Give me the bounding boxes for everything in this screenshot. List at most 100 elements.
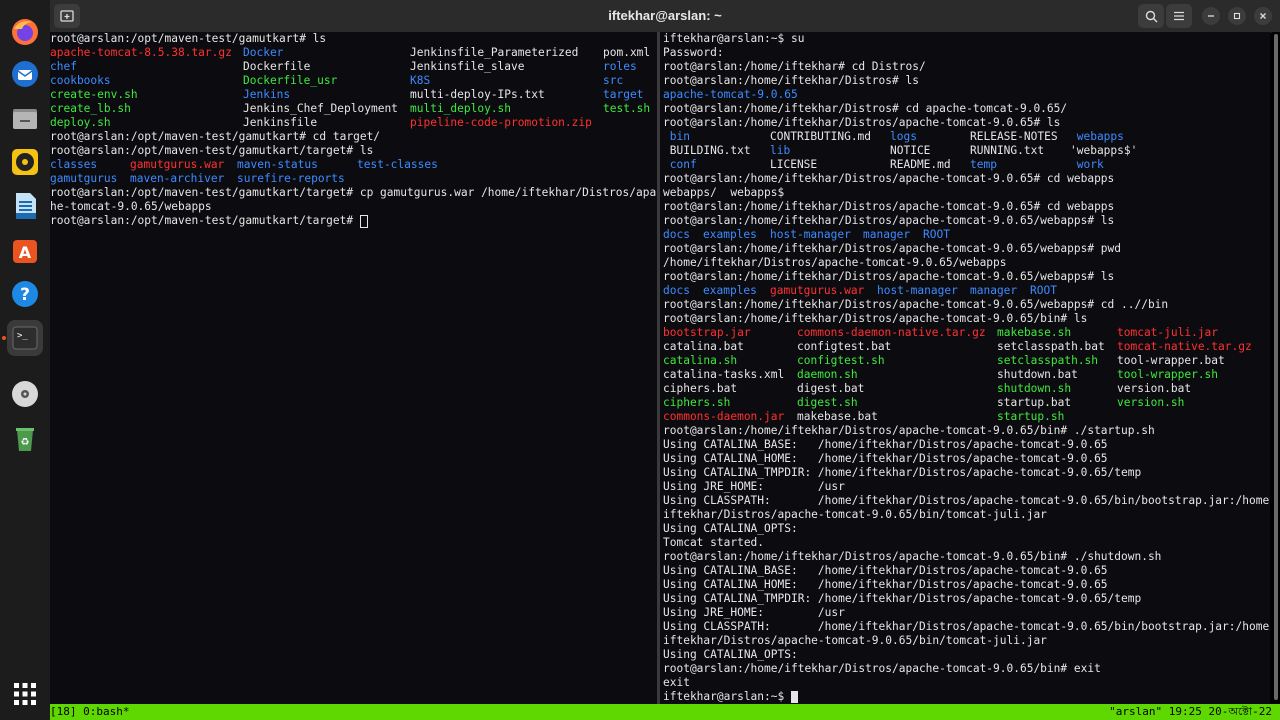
ls-entry: webapps — [1070, 130, 1124, 143]
ls-entry: lib — [770, 144, 791, 157]
window-titlebar: iftekhar@arslan: ~ — [50, 0, 1280, 33]
ls-entry: host-manager — [877, 284, 958, 297]
ls-entry: pom.xml — [603, 46, 651, 59]
ls-entry: temp — [970, 158, 997, 171]
scrollbar[interactable] — [1272, 32, 1280, 704]
svg-text:?: ? — [20, 285, 30, 305]
ls-entry: conf — [663, 158, 697, 171]
ls-entry: examples — [703, 284, 757, 297]
ls-entry: Docker — [243, 46, 284, 59]
ls-entry: Dockerfile_usr — [243, 74, 338, 87]
ls-entry: logs — [890, 130, 917, 143]
terminal-line: root@arslan:/home/iftekhar/Distros# cd a… — [663, 102, 1068, 115]
status-right: "arslan" 19:25 20-অক্টো-22 — [1109, 705, 1272, 718]
ls-entry: tomcat-juli.jar — [1117, 326, 1219, 339]
ls-entry: bootstrap.jar — [663, 326, 751, 339]
search-button[interactable] — [1138, 4, 1164, 28]
ls-entry: ciphers.sh — [663, 396, 731, 409]
terminal-pane-left[interactable]: root@arslan:/opt/maven-test/gamutkart# l… — [50, 32, 657, 704]
terminal-line: iftekhar/Distros/apache-tomcat-9.0.65/bi… — [663, 634, 1047, 647]
ls-entry: tool-wrapper.bat — [1117, 354, 1225, 367]
ls-entry: cookbooks — [50, 74, 111, 87]
ls-entry: maven-archiver — [130, 172, 225, 185]
ls-entry: Jenkins_Chef_Deployment — [243, 102, 398, 115]
terminal-line: Using CATALINA_TMPDIR: /home/iftekhar/Di… — [663, 592, 1142, 605]
ls-entry: commons-daemon-native.tar.gz — [797, 326, 986, 339]
terminal-line: Using CATALINA_OPTS: — [663, 648, 798, 661]
ls-entry: startup.bat — [997, 396, 1072, 409]
ls-entry: multi-deploy-IPs.txt — [410, 88, 545, 101]
close-button[interactable] — [1254, 7, 1272, 25]
terminal-line: root@arslan:/home/iftekhar/Distros/apach… — [663, 172, 1115, 185]
files-icon[interactable] — [7, 100, 43, 136]
terminal-pane-right[interactable]: iftekhar@arslan:~$ su Password: root@arsla… — [660, 32, 1270, 704]
menu-button[interactable] — [1166, 4, 1192, 28]
terminal-line: Using CATALINA_HOME: /home/iftekhar/Dist… — [663, 578, 1108, 591]
terminal-line: root@arslan:/opt/maven-test/gamutkart/ta… — [50, 186, 657, 199]
ls-entry: catalina.sh — [663, 354, 738, 367]
terminal-line: Using CATALINA_TMPDIR: /home/iftekhar/Di… — [663, 466, 1142, 479]
ls-entry: RELEASE-NOTES — [970, 130, 1058, 143]
svg-text:>_: >_ — [17, 331, 28, 341]
ls-entry: pipeline-code-promotion.zip — [410, 116, 592, 129]
scrollbar-thumb[interactable] — [1274, 34, 1278, 700]
search-icon — [1145, 10, 1157, 22]
ls-entry: classes — [50, 158, 98, 171]
app-center-icon[interactable]: A — [7, 232, 43, 268]
terminal-icon[interactable]: >_ — [7, 320, 43, 356]
app-grid-icon[interactable] — [7, 676, 43, 712]
terminal-line: root@arslan:/home/iftekhar/Distros/apach… — [663, 312, 1088, 325]
ls-entry: LICENSE — [770, 158, 818, 171]
ls-entry: version.sh — [1117, 396, 1185, 409]
ls-entry: 'webapps$' — [1070, 144, 1138, 157]
thunderbird-icon[interactable] — [7, 56, 43, 92]
terminal-line: apache-tomcat-9.0.65 — [663, 88, 798, 101]
ls-entry: NOTICE — [890, 144, 931, 157]
status-left: [18] 0:bash* — [50, 705, 130, 718]
maximize-button[interactable] — [1228, 7, 1246, 25]
terminal-line: root@arslan:/home/iftekhar/Distros/apach… — [663, 298, 1169, 311]
ls-entry: CONTRIBUTING.md — [770, 130, 872, 143]
ls-entry: apache-tomcat-8.5.38.tar.gz — [50, 46, 232, 59]
ls-entry: gamutgurus — [50, 172, 118, 185]
terminal-line: root@arslan:/home/iftekhar/Distros/apach… — [663, 662, 1101, 675]
ls-entry: K8S — [410, 74, 431, 87]
minimize-icon — [1208, 15, 1214, 17]
terminal-line: Using JRE_HOME: /usr — [663, 606, 845, 619]
ls-entry: create-env.sh — [50, 88, 138, 101]
terminal-line: Using JRE_HOME: /usr — [663, 480, 845, 493]
firefox-icon[interactable] — [7, 14, 43, 50]
terminal-line: Tomcat started. — [663, 536, 765, 549]
ls-entry: docs — [663, 284, 690, 297]
terminal-line: webapps/ webapps$ — [663, 186, 785, 199]
writer-icon[interactable] — [7, 188, 43, 224]
ls-entry: maven-status — [237, 158, 318, 171]
trash-icon[interactable]: ♻ — [7, 420, 43, 456]
ls-entry: makebase.bat — [797, 410, 878, 423]
terminal-line: Using CATALINA_BASE: /home/iftekhar/Dist… — [663, 564, 1108, 577]
ls-entry: daemon.sh — [797, 368, 858, 381]
terminal-line: exit — [663, 676, 690, 689]
terminal-line: iftekhar@arslan:~$ su — [663, 32, 805, 45]
rhythmbox-icon[interactable] — [7, 144, 43, 180]
terminal-cursor — [790, 691, 798, 703]
terminal-line: root@arslan:/home/iftekhar/Distros# ls — [663, 74, 919, 87]
ls-entry: host-manager — [770, 228, 851, 241]
terminal-line: root@arslan:/opt/maven-test/gamutkart# l… — [50, 32, 327, 45]
ls-entry: gamutgurus.war — [770, 284, 865, 297]
ls-entry: tool-wrapper.sh — [1117, 368, 1219, 381]
ls-entry: roles — [603, 60, 637, 73]
disc-icon[interactable] — [7, 376, 43, 412]
ls-entry: Jenkinsfile_slave — [410, 60, 525, 73]
minimize-button[interactable] — [1202, 7, 1220, 25]
help-icon[interactable]: ? — [7, 276, 43, 312]
ls-entry: test.sh — [603, 102, 651, 115]
ls-entry: catalina-tasks.xml — [663, 368, 785, 381]
terminal-line: Using CATALINA_OPTS: — [663, 522, 798, 535]
ls-entry: makebase.sh — [997, 326, 1072, 339]
terminal-line: root@arslan:/home/iftekhar/Distros/apach… — [663, 424, 1155, 437]
tmux-status-bar: [18] 0:bash* "arslan" 19:25 20-অক্টো-22 — [50, 704, 1280, 720]
ls-entry: BUILDING.txt — [663, 144, 751, 157]
terminal-line: root@arslan:/home/iftekhar/Distros/apach… — [663, 116, 1061, 129]
terminal-line: /home/iftekhar/Distros/apache-tomcat-9.0… — [663, 256, 1007, 269]
